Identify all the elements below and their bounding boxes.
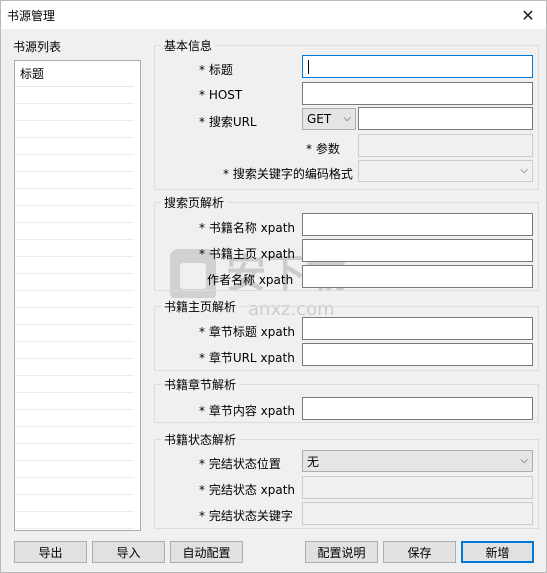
group-basic-title: 基本信息 (161, 37, 216, 54)
auto-config-button[interactable]: 自动配置 (170, 541, 243, 563)
book-home-input[interactable] (302, 239, 533, 262)
chapter-title-label: * 章节标题 xpath (199, 325, 296, 339)
import-button[interactable]: 导入 (92, 541, 165, 563)
encoding-select[interactable]: ⌵ (358, 160, 533, 182)
group-book-home-title: 书籍主页解析 (161, 298, 240, 315)
list-rows (15, 87, 134, 530)
list-column-header[interactable]: 标题 (15, 61, 134, 87)
chapter-content-input[interactable] (302, 397, 533, 420)
params-label: * 参数 (306, 142, 340, 156)
chapter-title-input[interactable] (302, 317, 533, 340)
http-method-select[interactable]: GET ⌵ (302, 108, 356, 130)
close-icon[interactable]: ✕ (510, 1, 546, 29)
http-method-value: GET (307, 112, 332, 126)
status-keyword-input[interactable] (302, 502, 533, 525)
encoding-label: * 搜索关键字的编码格式 (223, 167, 353, 181)
title-label: * 标题 (199, 63, 233, 77)
book-name-label: * 书籍名称 xpath (199, 221, 296, 235)
title-input[interactable] (302, 55, 533, 78)
host-input[interactable] (302, 82, 533, 105)
add-button[interactable]: 新增 (461, 541, 534, 563)
group-search-title: 搜索页解析 (161, 194, 228, 211)
status-position-select[interactable]: 无 ⌵ (302, 450, 533, 472)
window-title: 书源管理 (7, 9, 56, 23)
book-name-input[interactable] (302, 213, 533, 236)
group-status-title: 书籍状态解析 (161, 431, 240, 448)
author-label: 作者名称 xpath (207, 273, 294, 287)
host-label: * HOST (199, 88, 243, 102)
book-home-label: * 书籍主页 xpath (199, 247, 296, 261)
config-help-button[interactable]: 配置说明 (305, 541, 378, 563)
book-source-dialog: 书源管理 ✕ 书源列表 标题 安下载 anxz.com 基本信息 * 标题 * … (0, 0, 547, 573)
export-button[interactable]: 导出 (14, 541, 87, 563)
params-input[interactable] (358, 134, 533, 157)
status-xpath-label: * 完结状态 xpath (199, 483, 296, 497)
chapter-url-label: * 章节URL xpath (199, 351, 295, 365)
status-position-label: * 完结状态位置 (199, 457, 281, 471)
search-url-input[interactable] (358, 107, 533, 130)
status-keyword-label: * 完结状态关键字 (199, 509, 293, 523)
chevron-down-icon: ⌵ (520, 165, 528, 176)
chapter-content-label: * 章节内容 xpath (199, 404, 296, 418)
status-position-value: 无 (307, 454, 320, 469)
status-xpath-input[interactable] (302, 476, 533, 499)
author-input[interactable] (302, 265, 533, 288)
chevron-down-icon: ⌵ (343, 113, 351, 124)
title-bar: 书源管理 ✕ (1, 1, 546, 29)
text-caret (308, 60, 309, 74)
chevron-down-icon: ⌵ (520, 455, 528, 466)
save-button[interactable]: 保存 (383, 541, 456, 563)
chapter-url-input[interactable] (302, 343, 533, 366)
book-list-title: 书源列表 (13, 40, 62, 54)
search-url-label: * 搜索URL (199, 115, 257, 129)
book-source-list[interactable]: 标题 (14, 60, 141, 531)
group-chapter-title: 书籍章节解析 (161, 376, 240, 393)
